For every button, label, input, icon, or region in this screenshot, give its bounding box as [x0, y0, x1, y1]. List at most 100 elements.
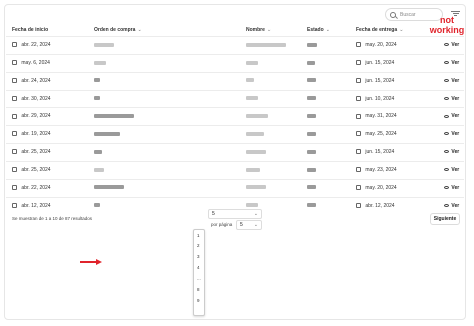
- name-cell: [246, 113, 268, 119]
- eye-icon: [444, 78, 449, 82]
- view-button[interactable]: Ver: [444, 96, 459, 102]
- delivery-date-cell: jun. 15, 2024: [356, 149, 394, 155]
- start-date-cell: abr. 12, 2024: [12, 203, 51, 209]
- table-row: abr. 25, 2024 may. 23, 2024 Ver: [6, 160, 464, 180]
- view-button[interactable]: Ver: [444, 185, 459, 191]
- table-row: may. 6, 2024 jun. 15, 2024 Ver: [6, 53, 464, 73]
- dropdown-option[interactable]: 3: [197, 254, 200, 259]
- calendar-icon: [12, 60, 17, 66]
- dropdown-option[interactable]: ...: [197, 276, 201, 281]
- status-cell: [307, 185, 316, 191]
- calendar-icon: [356, 113, 361, 119]
- purchase-order-cell: [94, 60, 106, 66]
- eye-icon: [444, 43, 449, 47]
- purchase-order-cell: [94, 78, 100, 84]
- table-row: abr. 24, 2024 jun. 15, 2024 Ver: [6, 71, 464, 91]
- per-page-label: por página: [211, 222, 233, 227]
- calendar-icon: [356, 60, 361, 66]
- eye-icon: [444, 185, 449, 189]
- view-button[interactable]: Ver: [444, 167, 459, 173]
- start-date-cell: abr. 19, 2024: [12, 131, 51, 137]
- purchase-order-cell: [94, 149, 102, 155]
- eye-icon: [444, 168, 449, 172]
- annotation-arrow: [80, 259, 102, 265]
- name-cell: [246, 60, 258, 66]
- calendar-icon: [12, 77, 17, 83]
- name-cell: [246, 96, 258, 102]
- purchase-order-cell: [94, 113, 134, 119]
- calendar-icon: [12, 167, 17, 173]
- view-button[interactable]: Ver: [444, 78, 459, 84]
- view-button[interactable]: Ver: [444, 42, 459, 48]
- purchase-order-cell: [94, 185, 124, 191]
- calendar-icon: [356, 131, 361, 137]
- calendar-icon: [356, 77, 361, 83]
- calendar-icon: [12, 202, 17, 208]
- dropdown-option[interactable]: 4: [197, 265, 200, 270]
- start-date-cell: abr. 22, 2024: [12, 185, 51, 191]
- start-date-cell: abr. 24, 2024: [12, 78, 51, 84]
- view-button[interactable]: Ver: [444, 203, 459, 209]
- calendar-icon: [356, 149, 361, 155]
- start-date-cell: abr. 25, 2024: [12, 167, 51, 173]
- col-name[interactable]: Nombre ⌄: [246, 27, 271, 33]
- delivery-date-cell: jun. 10, 2024: [356, 96, 394, 102]
- page-dropdown: 1 2 3 4... 8 9: [193, 229, 205, 316]
- delivery-date-cell: may. 23, 2024: [356, 167, 397, 173]
- search-icon: [390, 11, 396, 18]
- search-placeholder: Buscar: [400, 11, 416, 18]
- name-cell: [246, 78, 254, 84]
- dropdown-option[interactable]: 9: [197, 298, 200, 303]
- table-row: abr. 22, 2024 may. 20, 2024 Ver: [6, 178, 464, 198]
- view-button[interactable]: Ver: [444, 149, 459, 155]
- eye-icon: [444, 114, 449, 118]
- table-header: Fecha de inicio Orden de compra ⌄ Nombre ⌄…: [8, 27, 464, 35]
- view-button[interactable]: Ver: [444, 60, 459, 66]
- view-button[interactable]: Ver: [444, 131, 459, 137]
- next-button[interactable]: Siguiente: [430, 213, 460, 225]
- eye-icon: [444, 203, 449, 207]
- name-cell: [246, 42, 286, 48]
- dropdown-option[interactable]: 8: [197, 287, 200, 292]
- purchase-order-cell: [94, 167, 104, 173]
- status-cell: [307, 78, 316, 84]
- calendar-icon: [356, 167, 361, 173]
- name-cell: [246, 131, 264, 137]
- delivery-date-cell: jun. 15, 2024: [356, 78, 394, 84]
- table-row: abr. 19, 2024 may. 25, 2024 Ver: [6, 125, 464, 144]
- status-cell: [307, 167, 316, 173]
- col-start-date[interactable]: Fecha de inicio: [12, 27, 48, 33]
- start-date-cell: abr. 29, 2024: [12, 113, 51, 119]
- calendar-icon: [12, 131, 17, 137]
- delivery-date-cell: jun. 15, 2024: [356, 60, 394, 66]
- chevron-down-icon: ⌄: [325, 27, 330, 33]
- start-date-cell: abr. 30, 2024: [12, 96, 51, 102]
- name-cell: [246, 185, 266, 191]
- view-button[interactable]: Ver: [444, 113, 459, 119]
- calendar-icon: [12, 113, 17, 119]
- table-row: abr. 22, 2024 may. 20, 2024 Ver: [6, 36, 464, 55]
- name-cell: [246, 149, 266, 155]
- purchase-order-cell: [94, 42, 114, 48]
- delivery-date-cell: may. 31, 2024: [356, 113, 397, 119]
- table-row: abr. 25, 2024 jun. 15, 2024 Ver: [6, 143, 464, 162]
- status-cell: [307, 131, 316, 137]
- col-purchase-order[interactable]: Orden de compra ⌄: [94, 27, 142, 33]
- start-date-cell: abr. 22, 2024: [12, 42, 51, 48]
- eye-icon: [444, 150, 449, 154]
- calendar-icon: [12, 42, 17, 48]
- eye-icon: [444, 61, 449, 65]
- page-select[interactable]: 5 ⌄: [208, 209, 262, 219]
- delivery-date-cell: abr. 12, 2024: [356, 203, 395, 209]
- results-summary: Se muestran de 1 a 10 de 87 resultados: [12, 216, 93, 221]
- col-delivery-date[interactable]: Fecha de entrega ⌄: [356, 27, 403, 33]
- name-cell: [246, 167, 260, 173]
- per-page-select[interactable]: 5 ⌄: [236, 220, 262, 230]
- dropdown-option[interactable]: 1: [197, 233, 200, 238]
- delivery-date-cell: may. 25, 2024: [356, 131, 397, 137]
- dropdown-option[interactable]: 2: [197, 243, 200, 248]
- col-status[interactable]: Estado ⌄: [307, 27, 330, 33]
- status-cell: [307, 42, 317, 48]
- calendar-icon: [356, 184, 361, 190]
- calendar-icon: [12, 149, 17, 155]
